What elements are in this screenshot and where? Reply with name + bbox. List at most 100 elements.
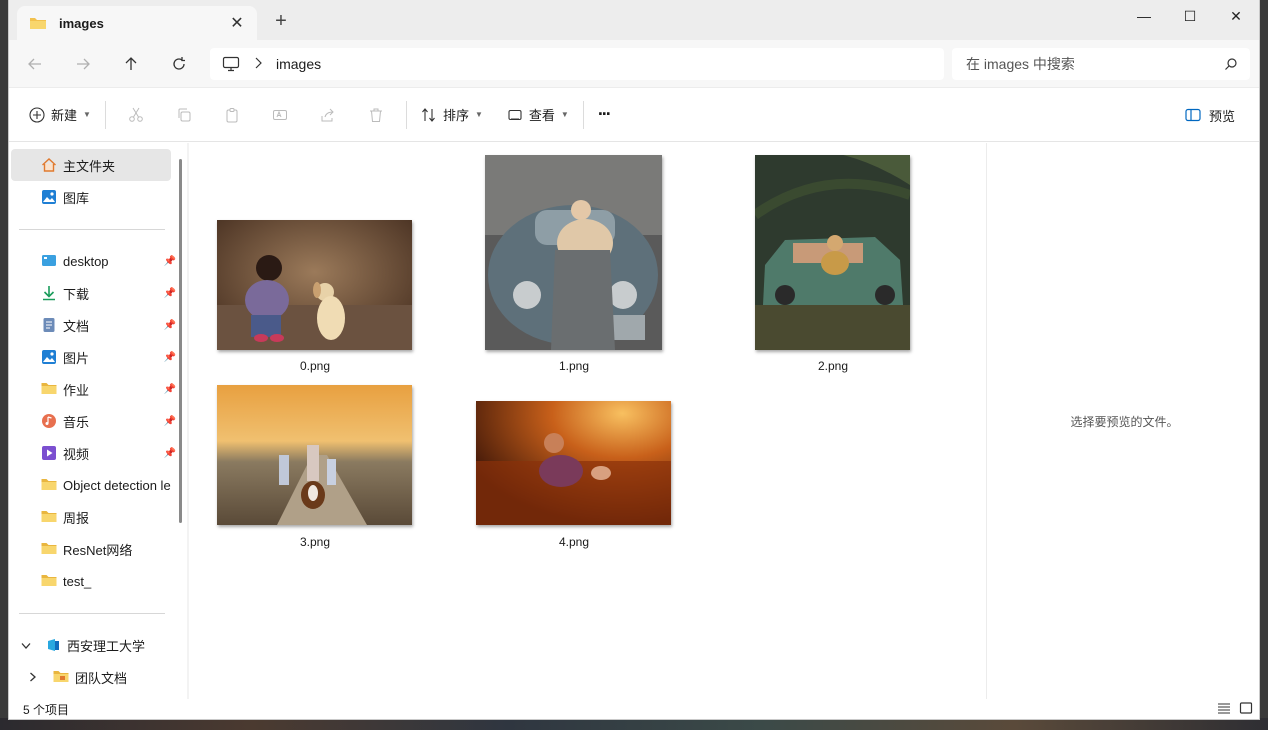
rename-button[interactable] (256, 99, 304, 131)
new-button[interactable]: 新建 ▼ (21, 99, 99, 131)
sidebar-item-label: 文档 (63, 318, 90, 334)
sidebar-item-downloads[interactable]: 下载 📌 (11, 277, 176, 309)
details-view-icon[interactable] (1217, 701, 1231, 718)
navigation-pane: 主文件夹 图库 desktop 📌 下载 � (9, 143, 187, 699)
sidebar-item-documents[interactable]: 文档 📌 (11, 309, 176, 341)
chevron-right-icon (254, 56, 262, 72)
sidebar-item-homework[interactable]: 作业 📌 (11, 373, 176, 405)
view-switcher (1217, 701, 1253, 718)
search-input[interactable]: 在 images 中搜索 (952, 48, 1250, 80)
sidebar-item-label: 西安理工大学 (67, 638, 146, 654)
pin-icon[interactable]: 📌 (163, 416, 177, 427)
sidebar-item-label: 周报 (63, 510, 90, 526)
paste-button[interactable] (208, 99, 256, 131)
sidebar-item-desktop[interactable]: desktop 📌 (11, 245, 176, 277)
pin-icon[interactable]: 📌 (163, 352, 177, 363)
arrow-left-icon (28, 58, 41, 70)
rename-icon (272, 109, 287, 120)
sidebar-item-label: 视频 (63, 446, 90, 462)
tab-close-icon[interactable]: ✕ (227, 13, 247, 33)
up-button[interactable] (119, 52, 143, 76)
sidebar-item-gallery[interactable]: 图库 (11, 181, 171, 213)
sidebar-item-label: Object detection le (63, 477, 171, 493)
sort-label: 排序 (442, 108, 469, 123)
address-row: images 在 images 中搜索 (9, 40, 1259, 88)
sidebar-item-label: 图片 (63, 350, 90, 366)
cut-button[interactable] (112, 99, 160, 131)
sidebar-item-music[interactable]: 音乐 📌 (11, 405, 176, 437)
address-bar[interactable]: images (210, 48, 944, 80)
large-icons-view-icon[interactable] (1239, 701, 1253, 718)
sidebar-item-org[interactable]: 西安理工大学 (11, 629, 171, 661)
refresh-button[interactable] (167, 52, 191, 76)
sidebar-item-label: 音乐 (63, 414, 90, 430)
back-button[interactable] (23, 52, 47, 76)
thumbnail-girl-on-old-car (755, 155, 910, 350)
scissors-icon (129, 107, 143, 122)
tab-title: images (59, 15, 104, 31)
chevron-down-icon: ▼ (83, 110, 91, 119)
minimize-button[interactable]: — (1121, 0, 1167, 32)
sidebar-item-label: 主文件夹 (63, 158, 116, 174)
forward-button[interactable] (71, 52, 95, 76)
sidebar-item-object-detection[interactable]: Object detection le (11, 469, 171, 501)
pin-icon[interactable]: 📌 (163, 384, 177, 395)
sidebar-item-pictures[interactable]: 图片 📌 (11, 341, 176, 373)
sidebar-item-home[interactable]: 主文件夹 (11, 149, 171, 181)
new-tab-button[interactable]: + (269, 10, 293, 33)
pin-icon[interactable]: 📌 (163, 320, 177, 331)
sidebar-item-test[interactable]: test_ (11, 565, 171, 597)
plus-circle-icon (29, 106, 45, 123)
download-icon (41, 285, 57, 301)
share-button[interactable] (304, 99, 352, 131)
file-grid: 0.png 1.png 2.png 3.png 4.png (189, 143, 986, 699)
cloud-org-icon (45, 637, 61, 653)
pin-icon[interactable]: 📌 (163, 256, 177, 267)
view-button[interactable]: 查看 ▼ (499, 99, 577, 131)
folder-icon (41, 509, 57, 525)
sidebar-item-videos[interactable]: 视频 📌 (11, 437, 176, 469)
pin-icon[interactable]: 📌 (163, 288, 177, 299)
sidebar-divider (19, 613, 165, 614)
sidebar-item-weekly-report[interactable]: 周报 (11, 501, 171, 533)
desktop-icon (41, 253, 57, 269)
thumbnail-family-with-dog (217, 385, 412, 525)
preview-label: 预览 (1208, 108, 1235, 124)
tab-images[interactable]: images ✕ (17, 6, 257, 40)
main-area: 主文件夹 图库 desktop 📌 下载 � (9, 143, 1259, 699)
breadcrumb-images[interactable]: images (276, 56, 321, 72)
arrow-right-icon (77, 58, 90, 70)
file-explorer-window: images ✕ + — ☐ ✕ images 在 images 中搜索 新建 … (8, 0, 1260, 720)
sort-button[interactable]: 排序 ▼ (413, 99, 491, 131)
preview-pane: 选择要预览的文件。 (986, 143, 1259, 699)
folder-icon (41, 477, 57, 493)
close-button[interactable]: ✕ (1213, 0, 1259, 32)
maximize-button[interactable]: ☐ (1167, 0, 1213, 32)
delete-button[interactable] (352, 99, 400, 131)
pin-icon[interactable]: 📌 (163, 448, 177, 459)
sidebar-item-label: 团队文档 (75, 670, 128, 686)
chevron-down-icon: ▼ (560, 110, 569, 119)
sidebar-item-label: 图库 (63, 190, 90, 206)
file-name: 0.png (299, 359, 331, 373)
more-options-button[interactable]: ··· (590, 99, 618, 131)
pictures-icon (41, 349, 57, 365)
thumbnail-girl-in-field (476, 401, 671, 525)
chevron-right-icon[interactable] (29, 670, 43, 685)
preview-pane-button[interactable]: 预览 (1185, 99, 1235, 131)
folder-icon (41, 381, 57, 397)
refresh-icon (173, 57, 185, 70)
folder-icon (41, 573, 57, 589)
sidebar-item-resnet[interactable]: ResNet网络 (11, 533, 171, 565)
sidebar-scrollbar[interactable] (179, 159, 182, 523)
chevron-down-icon[interactable] (21, 638, 35, 653)
search-icon (1225, 58, 1237, 70)
sidebar-item-team-docs[interactable]: 团队文档 (11, 661, 171, 693)
copy-button[interactable] (160, 99, 208, 131)
thumbnail-girl-with-dog (217, 220, 412, 350)
file-name: 1.png (558, 359, 590, 373)
preview-pane-icon (1185, 108, 1201, 122)
folder-icon (41, 541, 57, 557)
file-name: 2.png (817, 359, 849, 373)
divider (405, 100, 407, 129)
